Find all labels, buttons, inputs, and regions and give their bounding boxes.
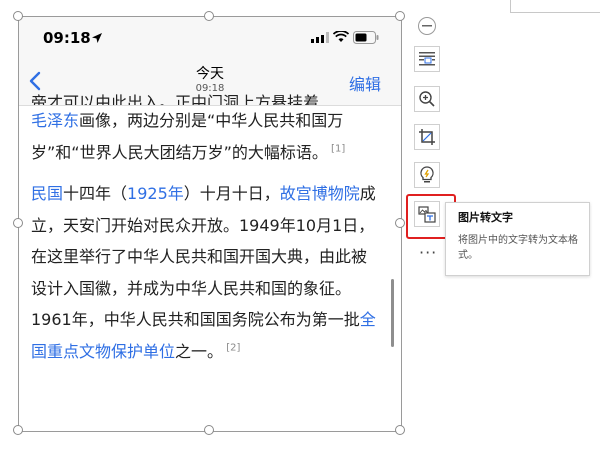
- article-link[interactable]: 毛泽东: [31, 111, 79, 130]
- crop-button[interactable]: [414, 124, 440, 150]
- crop-icon: [419, 129, 435, 145]
- article-link[interactable]: 故宫博物院: [280, 184, 360, 203]
- article-text: 之一。: [175, 341, 224, 361]
- article-text: 成立，天安门开始对民众开放。1949年10月1日，在这里举行了中华人民共和国开国…: [31, 184, 376, 329]
- paragraph-2: 民国十四年（1925年）十月十日，故宫博物院成立，天安门开始对民众开放。1949…: [31, 178, 381, 367]
- smart-suggestions-button[interactable]: [414, 162, 440, 188]
- image-to-text-tooltip: 图片转文字 将图片中的文字转为文本格式。: [445, 202, 590, 276]
- phone-status-bar: 09:18: [19, 17, 401, 57]
- paragraph-1: 毛泽东画像，两边分别是“中华人民共和国万岁”和“世界人民大团结万岁”的大幅标语。…: [31, 105, 381, 168]
- resize-handle-bottom-center[interactable]: [204, 425, 214, 435]
- resize-handle-bottom-left[interactable]: [13, 425, 23, 435]
- collapse-icon: [422, 25, 432, 27]
- document-page-edge-horizontal: [510, 12, 600, 13]
- article-text: ）十月十日，: [183, 184, 280, 203]
- article-text: 十四年（: [63, 184, 128, 203]
- document-page-edge: [510, 0, 511, 12]
- resize-handle-top-left[interactable]: [13, 11, 23, 21]
- zoom-in-icon: [419, 91, 435, 107]
- tooltip-title: 图片转文字: [458, 211, 513, 224]
- more-options-button[interactable]: ···: [419, 243, 437, 262]
- battery-icon: [353, 31, 379, 44]
- collapse-toolbar-button[interactable]: [418, 17, 436, 35]
- article-body: 帝才可以由此出入。正中门洞上方悬挂着 毛泽东画像，两边分别是“中华人民共和国万岁…: [31, 93, 381, 367]
- layout-text-icon: [419, 52, 435, 66]
- status-time: 09:18: [43, 29, 91, 47]
- clipped-line: 帝才可以由此出入。正中门洞上方悬挂着: [31, 93, 320, 105]
- tooltip-description: 将图片中的文字转为文本格式。: [458, 235, 578, 261]
- signal-icon: [311, 32, 329, 43]
- resize-handle-top-center[interactable]: [204, 11, 214, 21]
- location-arrow-icon: [92, 33, 102, 43]
- nav-title: 今天: [196, 66, 224, 82]
- citation-ref[interactable]: [1]: [328, 143, 345, 154]
- resize-handle-bottom-right[interactable]: [395, 425, 405, 435]
- zoom-in-button[interactable]: [414, 86, 440, 112]
- phone-scrollbar[interactable]: [391, 279, 394, 347]
- selected-image[interactable]: 09:18 今天 09:18 编辑 帝才可以由此出入。正中门洞上方悬挂着 毛泽东…: [18, 16, 402, 432]
- resize-handle-top-right[interactable]: [395, 11, 405, 21]
- resize-handle-middle-right[interactable]: [395, 218, 405, 228]
- layout-options-button[interactable]: [414, 46, 440, 72]
- resize-handle-middle-left[interactable]: [13, 218, 23, 228]
- citation-ref[interactable]: [2]: [223, 342, 240, 353]
- article-link[interactable]: 1925年: [127, 184, 184, 203]
- article-link[interactable]: 民国: [31, 184, 63, 203]
- lightbulb-icon: [420, 166, 434, 183]
- wifi-icon: [333, 31, 349, 42]
